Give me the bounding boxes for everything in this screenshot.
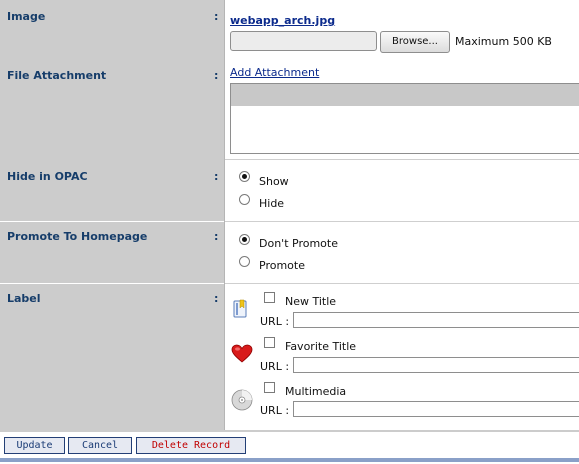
label-cell: File Attachment : bbox=[0, 59, 224, 160]
bottom-strip bbox=[0, 458, 579, 462]
image-filename-link[interactable]: webapp_arch.jpg bbox=[230, 14, 335, 27]
attachment-header-band bbox=[231, 84, 579, 106]
radio-dont-promote[interactable] bbox=[239, 234, 250, 245]
label-cell: Image : bbox=[0, 0, 224, 59]
add-attachment-link[interactable]: Add Attachment bbox=[230, 66, 319, 79]
option-show-label: Show bbox=[259, 175, 289, 188]
new-title-label: New Title bbox=[285, 295, 337, 308]
hide-opac-label: Hide in OPAC bbox=[7, 170, 88, 183]
multimedia-checkbox[interactable] bbox=[264, 382, 275, 393]
colon: : bbox=[214, 292, 219, 305]
label-cell: Label : bbox=[0, 284, 224, 430]
delete-record-button[interactable]: Delete Record bbox=[136, 437, 246, 454]
cd-disc-icon bbox=[231, 389, 253, 411]
option-dont-promote-label: Don't Promote bbox=[259, 237, 338, 250]
label-cell: Promote To Homepage : bbox=[0, 222, 224, 283]
record-edit-form: Image : webapp_arch.jpg Browse... Maximu… bbox=[0, 0, 579, 464]
cancel-button[interactable]: Cancel bbox=[68, 437, 132, 454]
multimedia-url-input[interactable] bbox=[293, 401, 579, 417]
column-divider bbox=[224, 0, 225, 430]
label-field-label: Label bbox=[7, 292, 41, 305]
radio-hide[interactable] bbox=[239, 194, 250, 205]
url-label: URL : bbox=[260, 404, 290, 417]
update-button[interactable]: Update bbox=[4, 437, 65, 454]
label-cell: Hide in OPAC : bbox=[0, 160, 224, 221]
hide-opac-row: Hide in OPAC : bbox=[0, 160, 579, 221]
colon: : bbox=[214, 10, 219, 23]
favorite-title-url-input[interactable] bbox=[293, 357, 579, 373]
attachment-label: File Attachment bbox=[7, 69, 107, 82]
option-promote-label: Promote bbox=[259, 259, 305, 272]
colon: : bbox=[214, 69, 219, 82]
promote-row: Promote To Homepage : bbox=[0, 222, 579, 283]
new-title-checkbox[interactable] bbox=[264, 292, 275, 303]
heart-icon bbox=[231, 343, 253, 365]
file-path-field[interactable] bbox=[230, 31, 377, 51]
radio-promote[interactable] bbox=[239, 256, 250, 267]
new-title-icon bbox=[231, 298, 253, 320]
promote-label: Promote To Homepage bbox=[7, 230, 148, 243]
attachment-list bbox=[230, 83, 579, 154]
favorite-title-label: Favorite Title bbox=[285, 340, 357, 353]
colon: : bbox=[214, 230, 219, 243]
image-row: Image : webapp_arch.jpg Browse... Maximu… bbox=[0, 0, 579, 59]
image-label: Image bbox=[7, 10, 46, 23]
new-title-url-input[interactable] bbox=[293, 312, 579, 328]
url-label: URL : bbox=[260, 315, 290, 328]
colon: : bbox=[214, 170, 219, 183]
radio-show[interactable] bbox=[239, 171, 250, 182]
browse-button[interactable]: Browse... bbox=[380, 31, 450, 53]
max-size-note: Maximum 500 KB bbox=[455, 35, 552, 48]
option-hide-label: Hide bbox=[259, 197, 285, 210]
multimedia-label: Multimedia bbox=[285, 385, 347, 398]
url-label: URL : bbox=[260, 360, 290, 373]
favorite-title-checkbox[interactable] bbox=[264, 337, 275, 348]
